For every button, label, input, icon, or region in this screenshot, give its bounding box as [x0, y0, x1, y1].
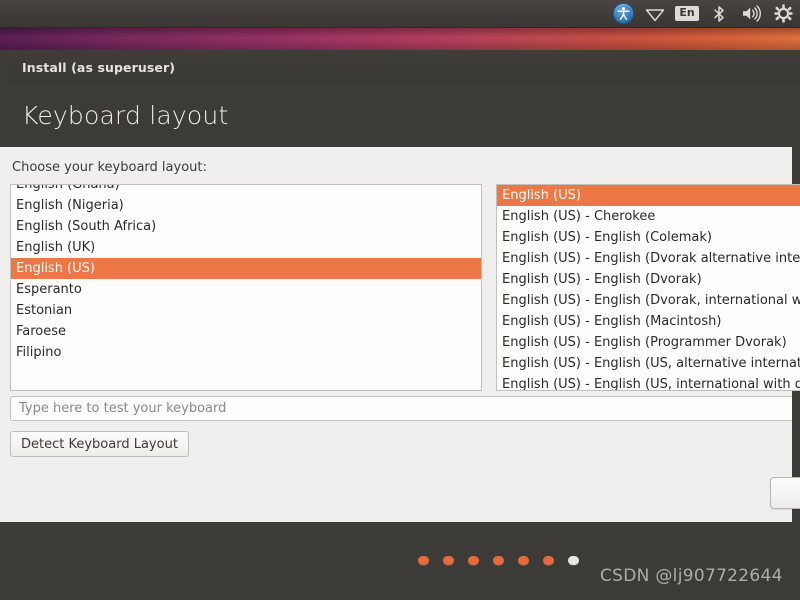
- layout-list-item-label: English (UK): [16, 240, 95, 255]
- choose-layout-label: Choose your keyboard layout:: [12, 160, 207, 175]
- system-tray: En: [612, 0, 794, 28]
- variant-list-item[interactable]: English (US) - English (US, internationa…: [497, 374, 800, 391]
- content-area: Choose your keyboard layout: English (Gh…: [0, 147, 792, 522]
- watermark-text: CSDN @lj907722644: [600, 566, 783, 586]
- window-titlebar[interactable]: Install (as superuser): [8, 50, 800, 84]
- keyboard-variant-list[interactable]: English (US) English (US) - Cherokee Engli…: [496, 184, 800, 391]
- layout-list-item[interactable]: Esperanto: [11, 279, 481, 300]
- universal-access-icon[interactable]: [612, 3, 634, 25]
- page-title: Keyboard layout: [22, 101, 228, 130]
- layout-list-item-label: Estonian: [16, 303, 72, 318]
- layout-list-item[interactable]: Estonian: [11, 300, 481, 321]
- progress-dot: [518, 556, 529, 565]
- progress-dot: [418, 556, 429, 565]
- layout-list-item[interactable]: English (Nigeria): [11, 195, 481, 216]
- layout-list-item-label: Faroese: [16, 324, 66, 339]
- screen: En: [0, 0, 800, 600]
- window-title: Install (as superuser): [22, 60, 175, 75]
- keyboard-layout-list[interactable]: English (Ghana) English (Nigeria) English …: [10, 184, 482, 391]
- variant-list-item[interactable]: English (US) - English (Dvorak): [497, 269, 800, 290]
- variant-list-item[interactable]: English (US) - English (Programmer Dvora…: [497, 332, 800, 353]
- system-gear-icon[interactable]: [772, 3, 794, 25]
- variant-list-item-label: English (US) - English (US, internationa…: [502, 377, 800, 391]
- layout-list-item[interactable]: Faroese: [11, 321, 481, 342]
- progress-dot: [493, 556, 504, 565]
- layout-list-item-label: English (US): [16, 261, 95, 276]
- variant-list-item-label: English (US) - English (US, alternative …: [502, 356, 800, 371]
- variant-list-item-label: English (US) - English (Dvorak alternati…: [502, 251, 800, 266]
- variant-list-item-label: English (US) - English (Macintosh): [502, 314, 721, 329]
- variant-list-item[interactable]: English (US) - English (US, alternative …: [497, 353, 800, 374]
- variant-list-item-label: English (US) - English (Programmer Dvora…: [502, 335, 787, 350]
- footer-bar: [0, 522, 800, 600]
- variant-list-item[interactable]: English (US) - English (Colemak): [497, 227, 800, 248]
- layout-list-item[interactable]: English (US): [11, 258, 481, 279]
- volume-icon[interactable]: [740, 3, 762, 25]
- bluetooth-icon[interactable]: [708, 3, 730, 25]
- layout-list-item-label: English (South Africa): [16, 219, 156, 234]
- page-header: Keyboard layout: [8, 84, 800, 147]
- layout-list-item-label: Filipino: [16, 345, 61, 360]
- network-wifi-icon[interactable]: [644, 3, 666, 25]
- unity-top-panel: En: [0, 0, 800, 28]
- progress-dots: [418, 556, 579, 565]
- progress-dot: [468, 556, 479, 565]
- layout-list-item-label: English (Nigeria): [16, 198, 124, 213]
- progress-dot: [543, 556, 554, 565]
- variant-list-item-label: English (US): [502, 188, 581, 203]
- variant-list-item[interactable]: English (US) - English (Dvorak, internat…: [497, 290, 800, 311]
- detect-keyboard-layout-button[interactable]: Detect Keyboard Layout: [10, 431, 189, 457]
- variant-list-item-label: English (US) - English (Dvorak, internat…: [502, 293, 800, 308]
- variant-list-item[interactable]: English (US) - English (Dvorak alternati…: [497, 248, 800, 269]
- progress-dot: [443, 556, 454, 565]
- variant-list-item-label: English (US) - Cherokee: [502, 209, 655, 224]
- keyboard-language-indicator[interactable]: En: [676, 3, 698, 25]
- progress-dot: [568, 556, 579, 565]
- variant-list-item[interactable]: English (US): [497, 185, 800, 206]
- layout-list-item[interactable]: English (South Africa): [11, 216, 481, 237]
- keyboard-language-label: En: [675, 6, 698, 21]
- variant-list-item[interactable]: English (US) - Cherokee: [497, 206, 800, 227]
- variant-list-item[interactable]: English (US) - English (Macintosh): [497, 311, 800, 332]
- layout-list-item[interactable]: English (UK): [11, 237, 481, 258]
- variant-list-item-label: English (US) - English (Dvorak): [502, 272, 702, 287]
- variant-list-item-label: English (US) - English (Colemak): [502, 230, 712, 245]
- next-button-partial[interactable]: [770, 477, 800, 509]
- keyboard-test-input[interactable]: [10, 396, 792, 421]
- layout-list-item[interactable]: Filipino: [11, 342, 481, 363]
- layout-list-item-label: Esperanto: [16, 282, 82, 297]
- layout-list-item[interactable]: English (Ghana): [11, 184, 481, 195]
- layout-list-item-label: English (Ghana): [16, 184, 120, 192]
- desktop-wallpaper-strip: [0, 28, 800, 50]
